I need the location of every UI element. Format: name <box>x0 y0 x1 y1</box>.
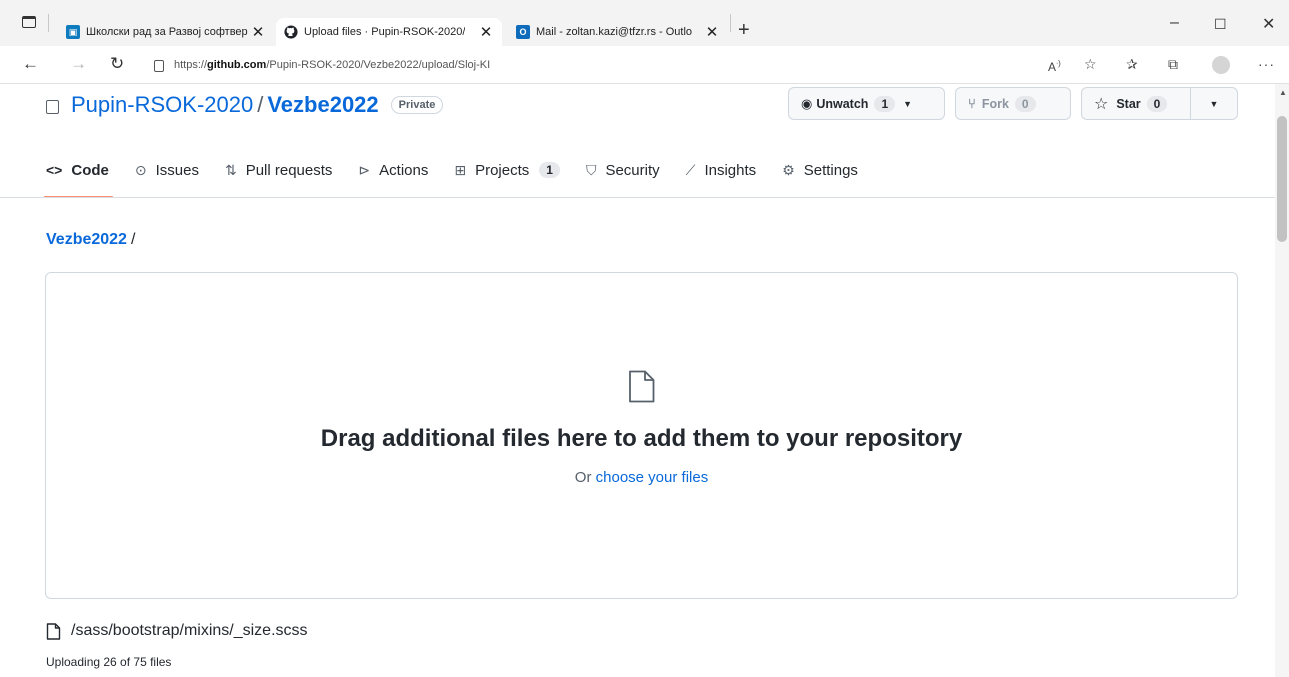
tab-issues[interactable]: ⊙ Issues <box>135 150 199 190</box>
tab-settings-label: Settings <box>803 161 858 179</box>
browser-tab-school[interactable]: ▣ Школски рад за Развој софтвер ✕ <box>62 18 270 46</box>
eye-icon: ◉ <box>801 95 813 111</box>
star-label: Star <box>1116 96 1141 111</box>
private-lock-icon <box>46 100 59 114</box>
forward-arrow-icon[interactable]: → <box>70 55 87 73</box>
url-scheme: https:// <box>174 59 208 71</box>
tab-security-label: Security <box>605 161 660 179</box>
tab-separator <box>48 14 49 32</box>
fork-button[interactable]: ⑂ Fork 0 <box>955 87 1071 120</box>
close-window-icon[interactable]: ✕ <box>1262 14 1275 34</box>
refresh-icon[interactable]: ↻ <box>110 55 124 73</box>
pull-request-icon: ⇅ <box>224 161 237 178</box>
visibility-badge: Private <box>390 96 444 114</box>
tab-pull-requests-label: Pull requests <box>245 161 333 179</box>
tab-code[interactable]: <> Code <box>44 150 113 198</box>
fork-label: Fork <box>981 96 1009 111</box>
code-icon: <> <box>46 162 63 178</box>
minimize-icon[interactable]: – <box>1170 14 1179 32</box>
issue-circle-icon: ⊙ <box>134 161 147 178</box>
uploading-file-path: /sass/bootstrap/mixins/_size.scss <box>71 622 308 639</box>
uploading-file: /sass/bootstrap/mixins/_size.scss <box>46 622 308 640</box>
unwatch-button[interactable]: ◉ Unwatch 1 ▼ <box>788 87 945 120</box>
new-tab-icon[interactable]: + <box>738 18 750 42</box>
shield-icon: ⛉ <box>585 161 597 178</box>
play-circle-icon: ⊳ <box>358 161 371 178</box>
choose-files-link[interactable]: choose your files <box>596 469 709 486</box>
star-button[interactable]: ☆ Star 0 <box>1081 87 1191 120</box>
star-list-dropdown[interactable]: ▼ <box>1190 87 1238 120</box>
add-favorite-icon[interactable]: ☆ <box>1084 56 1097 72</box>
breadcrumb-separator: / <box>130 231 136 248</box>
school-favicon-icon: ▣ <box>66 25 80 39</box>
forks-count: 0 <box>1014 95 1036 112</box>
tab-title: Школски рад за Развој софтвер <box>86 26 248 38</box>
close-tab-icon[interactable]: ✕ <box>250 25 266 40</box>
repo-nav: <> Code ⊙ Issues ⇅ Pull requests ⊳ Actio… <box>44 150 884 198</box>
breadcrumb: Vezbe2022/ <box>46 231 135 249</box>
browser-tab-mail[interactable]: O Mail - zoltan.kazi@tfzr.rs - Outlo ✕ <box>510 18 726 46</box>
watchers-count: 1 <box>874 95 896 112</box>
address-bar[interactable]: https://github.com/Pupin-RSOK-2020/Vezbe… <box>142 52 1067 78</box>
file-icon <box>629 370 655 403</box>
address-toolbar: ← → ↻ https://github.com/Pupin-RSOK-2020… <box>0 46 1289 84</box>
chevron-down-icon: ▼ <box>903 98 913 109</box>
browser-tab-bar: ▣ Школски рад за Развој софтвер ✕ Upload… <box>0 0 1289 46</box>
breadcrumb-repo-link[interactable]: Vezbe2022 <box>46 231 127 248</box>
scrollbar-thumb[interactable] <box>1277 116 1287 242</box>
projects-count: 1 <box>539 162 560 178</box>
stars-count: 0 <box>1146 95 1168 112</box>
browser-tab-upload[interactable]: Upload files · Pupin-RSOK-2020/ ✕ <box>276 18 502 46</box>
unwatch-label: Unwatch <box>816 96 869 111</box>
gear-icon: ⚙ <box>782 161 795 178</box>
tab-projects-label: Projects <box>475 161 530 179</box>
maximize-icon[interactable]: ☐ <box>1214 16 1227 33</box>
lock-icon <box>154 60 164 72</box>
tab-issues-label: Issues <box>155 161 199 179</box>
tab-title: Mail - zoltan.kazi@tfzr.rs - Outlo <box>536 26 693 38</box>
github-favicon-icon <box>284 25 298 39</box>
graph-icon: ⟋ <box>685 161 696 178</box>
tab-projects[interactable]: ⊞ Projects 1 <box>454 150 560 190</box>
tab-security[interactable]: ⛉ Security <box>586 150 660 190</box>
tab-title: Upload files · Pupin-RSOK-2020/ <box>304 26 466 38</box>
fork-icon: ⑂ <box>968 96 976 111</box>
close-tab-icon[interactable]: ✕ <box>704 25 720 40</box>
profile-avatar[interactable] <box>1212 56 1230 74</box>
favorites-icon[interactable]: ✰ <box>1126 56 1138 72</box>
back-arrow-icon[interactable]: ← <box>22 55 39 73</box>
tab-separator <box>730 14 731 32</box>
tab-insights[interactable]: ⟋ Insights <box>686 150 757 190</box>
url-path: /Pupin-RSOK-2020/Vezbe2022/upload/Sloj-K… <box>266 59 491 71</box>
dropzone-subtitle: Or choose your files <box>45 469 1238 486</box>
upload-status: Uploading 26 of 75 files <box>46 655 172 669</box>
tab-actions-label: Actions <box>379 161 429 179</box>
collections-icon[interactable]: ⧉ <box>1168 56 1178 72</box>
star-icon: ☆ <box>1094 95 1109 113</box>
dropzone-title: Drag additional files here to add them t… <box>320 425 963 452</box>
tab-insights-label: Insights <box>704 161 757 179</box>
repo-name-link[interactable]: Vezbe2022 <box>267 92 378 118</box>
tab-actions-icon[interactable] <box>22 16 36 28</box>
repo-title: Pupin-RSOK-2020 / Vezbe2022 Private <box>46 88 444 122</box>
scroll-up-arrow-icon[interactable]: ▲ <box>1279 88 1287 97</box>
repo-path-separator: / <box>257 92 264 117</box>
table-icon: ⊞ <box>454 161 467 178</box>
outlook-favicon-icon: O <box>516 25 530 39</box>
tab-code-label: Code <box>71 161 109 179</box>
file-icon <box>46 622 61 640</box>
close-tab-icon[interactable]: ✕ <box>478 25 494 40</box>
tab-pull-requests[interactable]: ⇅ Pull requests <box>225 150 332 190</box>
nav-divider <box>0 197 1275 198</box>
url-host: github.com <box>207 59 267 71</box>
repo-owner-link[interactable]: Pupin-RSOK-2020 <box>71 92 253 118</box>
read-aloud-icon[interactable]: Aᐧ) <box>1048 56 1061 75</box>
more-options-icon[interactable]: ··· <box>1258 56 1275 72</box>
tab-settings[interactable]: ⚙ Settings <box>782 150 858 190</box>
chevron-down-icon: ▼ <box>1209 98 1219 109</box>
tab-actions[interactable]: ⊳ Actions <box>358 150 428 190</box>
dropzone-subtitle-prefix: Or <box>574 469 596 486</box>
